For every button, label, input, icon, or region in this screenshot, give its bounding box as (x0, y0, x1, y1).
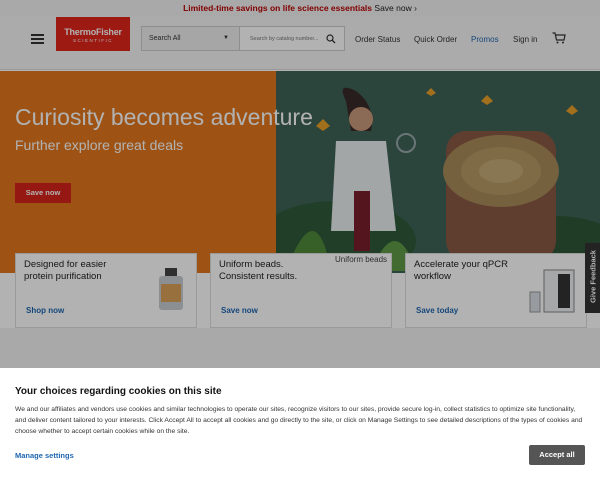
cookie-title: Your choices regarding cookies on this s… (15, 386, 222, 397)
cookie-body: We and our affiliates and vendors use co… (15, 406, 583, 435)
cookie-consent-panel: Your choices regarding cookies on this s… (0, 368, 600, 480)
manage-settings-link[interactable]: Manage settings (15, 451, 74, 460)
accept-all-button[interactable]: Accept all (529, 445, 585, 465)
modal-overlay (0, 0, 600, 368)
